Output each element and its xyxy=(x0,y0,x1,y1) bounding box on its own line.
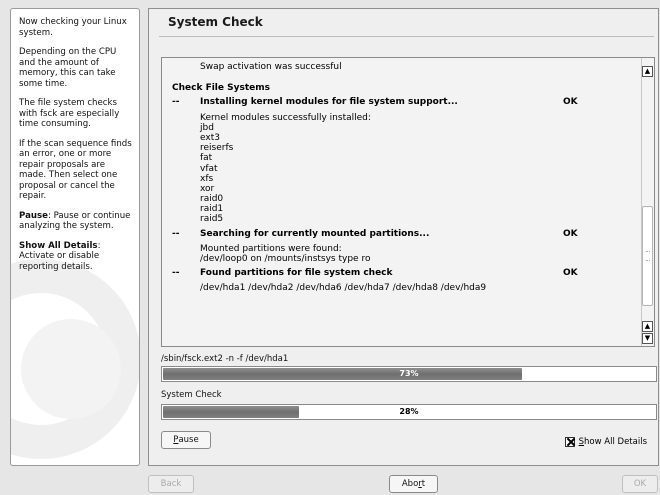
abort-button[interactable]: Abo r t xyxy=(389,475,438,493)
log-detail: /dev/hda1 /dev/hda2 /dev/hda6 /dev/hda7 … xyxy=(200,283,487,294)
title-divider xyxy=(159,36,654,37)
task-status: OK xyxy=(563,228,578,239)
log-detail: Kernel modules successfully installed: xyxy=(200,112,371,123)
ok-label: OK xyxy=(633,479,647,489)
abort-label-end: t xyxy=(421,479,426,489)
progress-label: System Check xyxy=(161,390,222,400)
arrow-up-icon: ▲ xyxy=(644,67,651,75)
pause-label: ause xyxy=(178,435,199,445)
log-task: -- Searching for currently mounted parti… xyxy=(172,229,636,239)
arrow-down-icon: ▼ xyxy=(644,334,651,342)
log-view[interactable]: Swap activation was successful Check Fil… xyxy=(161,57,655,347)
progress-label: /sbin/fsck.ext2 -n -f /dev/hda1 xyxy=(161,354,289,364)
log-detail: Mounted partitions were found: xyxy=(200,243,342,254)
page-title: System Check xyxy=(168,15,263,29)
ok-button[interactable]: OK xyxy=(622,475,658,493)
scrollbar-thumb[interactable] xyxy=(642,206,653,306)
task-details: /dev/hda1 /dev/hda2 /dev/hda6 /dev/hda7 … xyxy=(172,283,636,293)
task-label: Installing kernel modules for file syste… xyxy=(200,97,458,108)
help-term: Show All Details xyxy=(19,240,98,251)
log-detail: xfs xyxy=(200,173,214,184)
task-details: Kernel modules successfully installed: j… xyxy=(172,113,636,225)
show-details-label: how All Details xyxy=(584,437,647,447)
log-detail: /dev/loop0 on /mounts/instsys type ro xyxy=(200,254,371,264)
log-detail: Swap activation was successful xyxy=(200,62,342,72)
task-status: OK xyxy=(563,97,578,108)
log-detail: raid0 xyxy=(200,194,224,205)
task-bullet: -- xyxy=(172,268,180,279)
scroll-up-button[interactable]: ▲ xyxy=(642,66,653,77)
task-bullet: -- xyxy=(172,228,180,239)
grip-icon xyxy=(646,251,650,261)
log-content: Swap activation was successful Check Fil… xyxy=(172,58,636,294)
help-paragraph: Show All Details: Activate or disable re… xyxy=(19,241,133,273)
arrow-up-icon: ▲ xyxy=(644,322,651,330)
help-paragraph: Depending on the CPU and the amount of m… xyxy=(19,47,117,89)
back-button[interactable]: Back xyxy=(148,475,194,493)
scroll-up-button[interactable]: ▲ xyxy=(642,321,653,332)
help-paragraph: The file system checks with fsck are esp… xyxy=(19,98,120,129)
help-pane: Now checking your Linux system. Dependin… xyxy=(10,8,140,466)
task-label: Searching for currently mounted partitio… xyxy=(200,228,430,239)
fsck-progress-bar: 73% xyxy=(161,366,657,382)
background-swirl-inner xyxy=(21,319,121,419)
show-all-details-checkbox[interactable]: Show All Details xyxy=(564,437,647,447)
task-status: OK xyxy=(563,268,578,279)
log-detail: xor xyxy=(200,183,215,194)
log-detail: raid5 xyxy=(200,214,224,225)
back-label: Back xyxy=(160,479,182,489)
help-paragraph: Pause: Pause or continue analyzing the s… xyxy=(19,211,133,232)
progress-percent: 28% xyxy=(399,407,419,416)
scroll-down-button[interactable]: ▼ xyxy=(642,333,653,344)
checkbox-checked-icon[interactable] xyxy=(564,437,575,447)
help-text: Now checking your Linux system. Dependin… xyxy=(19,17,133,281)
abort-label: Abo xyxy=(401,479,419,489)
task-bullet: -- xyxy=(172,97,180,108)
pause-button[interactable]: Pause xyxy=(161,431,211,449)
log-detail: raid1 xyxy=(200,204,224,215)
system-check-progress-bar: 28% xyxy=(161,404,657,420)
log-task: -- Found partitions for file system chec… xyxy=(172,268,636,278)
help-term: Pause xyxy=(19,210,48,221)
progress-percent: 73% xyxy=(399,369,419,378)
main-panel: System Check Swap activation was success… xyxy=(148,8,659,466)
log-task: -- Installing kernel modules for file sy… xyxy=(172,97,636,107)
log-detail: reiserfs xyxy=(200,143,234,154)
help-paragraph: If the scan sequence finds an error, one… xyxy=(19,138,132,202)
log-detail: fat xyxy=(200,153,213,164)
log-scrollbar[interactable]: ▲ ▲ ▼ xyxy=(641,58,654,346)
task-details: Mounted partitions were found: /dev/loop… xyxy=(172,244,636,264)
log-detail: vfat xyxy=(200,163,218,174)
help-paragraph: Now checking your Linux system. xyxy=(19,17,127,38)
task-label: Found partitions for file system check xyxy=(200,268,393,279)
log-section-heading: Check File Systems xyxy=(172,83,270,94)
log-detail: ext3 xyxy=(200,132,220,143)
log-detail: jbd xyxy=(200,122,214,133)
